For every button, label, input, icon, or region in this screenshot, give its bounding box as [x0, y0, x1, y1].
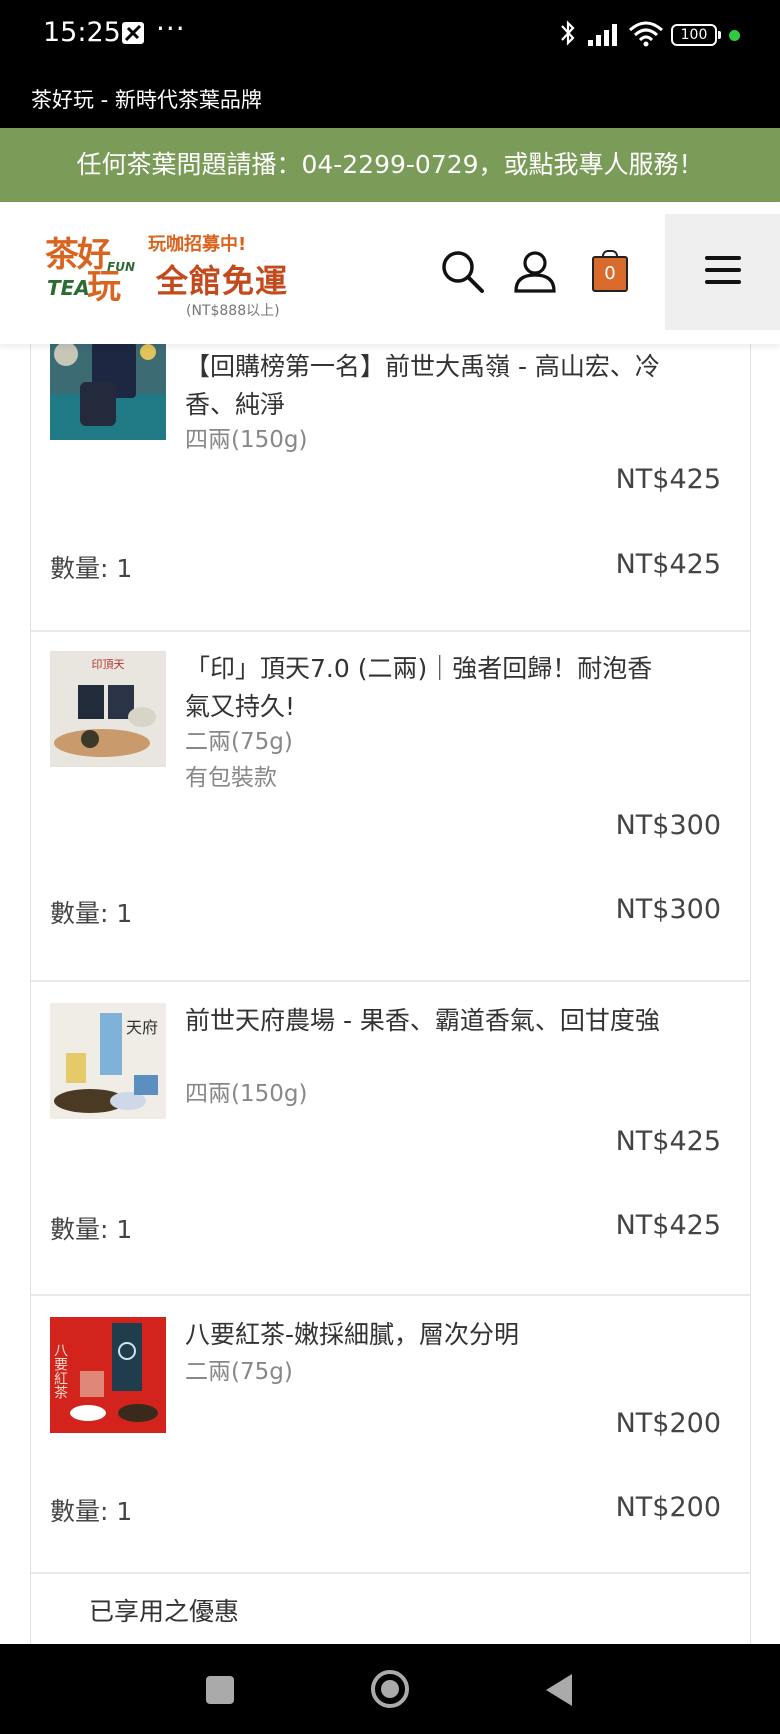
line-total: NT$425 — [615, 1210, 721, 1241]
quantity-label: 數量: 1 — [50, 554, 133, 583]
product-thumbnail[interactable]: 天府 — [50, 1003, 166, 1119]
menu-bar — [705, 256, 741, 260]
cart-count-badge: 0 — [592, 256, 628, 292]
quantity-label: 數量: 1 — [50, 1497, 133, 1526]
product-image: 八要紅茶 — [50, 1317, 166, 1433]
menu-bar — [705, 280, 741, 284]
wifi-icon — [629, 21, 663, 47]
quantity-label: 數量: 1 — [50, 1215, 133, 1244]
more-notifications-icon: ··· — [156, 12, 186, 45]
system-nav-bar — [0, 1644, 780, 1734]
thumb-label: 印頂天 — [92, 658, 125, 671]
product-name[interactable]: 八要紅茶-嫩採細膩，層次分明 — [185, 1316, 675, 1354]
account-icon[interactable] — [510, 247, 560, 297]
logo-text-2: 玩 — [87, 267, 121, 307]
signal-icon — [588, 24, 617, 46]
product-variant: 四兩(150g) — [185, 1081, 308, 1107]
product-image: 天府 — [50, 1003, 166, 1119]
site-header: 茶好 玩 TEA FUN 玩咖招募中! 全館免運 (NT$888以上) 0 — [0, 202, 780, 344]
status-bar: 15:25 ··· 100 — [0, 0, 780, 68]
unit-price: NT$425 — [615, 1126, 721, 1157]
banner-recruit: 玩咖招募中! — [148, 234, 247, 255]
cart-button[interactable]: 0 — [592, 250, 628, 292]
unit-price: NT$300 — [615, 810, 721, 841]
product-image: 印頂天 — [50, 651, 166, 767]
site-logo[interactable]: 茶好 玩 TEA FUN — [45, 238, 135, 308]
search-icon[interactable] — [438, 247, 488, 297]
product-name[interactable]: 前世天府農場 - 果香、霸道香氣、回甘度強 — [185, 1002, 675, 1040]
promo-bar[interactable]: 任何茶葉問題請播：04-2299-0729，或點我專人服務！ — [0, 128, 780, 202]
cart-item: 天府 前世天府農場 - 果香、霸道香氣、回甘度強 四兩(150g) NT$425… — [31, 984, 750, 1296]
banner-threshold: (NT$888以上) — [186, 303, 280, 319]
browser-title-bar: 茶好玩 - 新時代茶葉品牌 — [0, 68, 780, 128]
product-thumbnail[interactable]: 印頂天 — [50, 651, 166, 767]
bluetooth-icon — [561, 20, 575, 46]
privacy-indicator-dot — [729, 30, 740, 41]
recent-apps-button[interactable] — [206, 1676, 234, 1704]
banner-free-shipping: 全館免運 — [156, 262, 289, 300]
line-total: NT$300 — [615, 894, 721, 925]
thumb-label: 八要紅茶 — [52, 1343, 68, 1399]
page-title: 茶好玩 - 新時代茶葉品牌 — [31, 88, 262, 112]
unit-price: NT$200 — [615, 1408, 721, 1439]
quantity-label: 數量: 1 — [50, 899, 133, 928]
cart-list: 【回購榜第一名】前世大禹嶺 - 高山宏、冷香、純淨 四兩(150g) NT$42… — [30, 324, 751, 1644]
notification-icon — [122, 22, 144, 44]
free-shipping-banner[interactable]: 玩咖招募中! 全館免運 (NT$888以上) — [148, 230, 288, 320]
menu-bar — [705, 268, 741, 272]
line-total: NT$425 — [615, 549, 721, 580]
product-variant: 四兩(150g) — [185, 427, 308, 453]
product-thumbnail[interactable]: 八要紅茶 — [50, 1317, 166, 1433]
logo-fun: FUN — [107, 260, 135, 274]
package-option: 有包裝款 — [185, 765, 277, 791]
discount-heading: 已享用之優惠 — [89, 1597, 240, 1626]
product-name[interactable]: 「印」頂天7.0 (二兩)｜強者回歸！耐泡香氣又持久! — [185, 650, 675, 726]
cart-item: 八要紅茶 八要紅茶-嫩採細膩，層次分明 二兩(75g) NT$200 數量: 1… — [31, 1298, 750, 1574]
cart-item: 【回購榜第一名】前世大禹嶺 - 高山宏、冷香、純淨 四兩(150g) NT$42… — [31, 324, 750, 632]
status-time: 15:25 — [43, 17, 121, 48]
product-name[interactable]: 【回購榜第一名】前世大禹嶺 - 高山宏、冷香、純淨 — [185, 348, 675, 424]
cart-item: 印頂天 「印」頂天7.0 (二兩)｜強者回歸！耐泡香氣又持久! 二兩(75g) … — [31, 632, 750, 982]
product-variant: 二兩(75g) — [185, 1359, 293, 1385]
unit-price: NT$425 — [615, 464, 721, 495]
battery-icon: 100 — [671, 24, 721, 46]
thumb-label: 天府 — [126, 1018, 158, 1037]
back-button[interactable] — [546, 1674, 572, 1706]
line-total: NT$200 — [615, 1492, 721, 1523]
hamburger-menu-button[interactable] — [665, 214, 780, 330]
logo-tea: TEA — [47, 276, 90, 300]
product-variant: 二兩(75g) — [185, 729, 293, 755]
home-button[interactable] — [371, 1670, 409, 1708]
